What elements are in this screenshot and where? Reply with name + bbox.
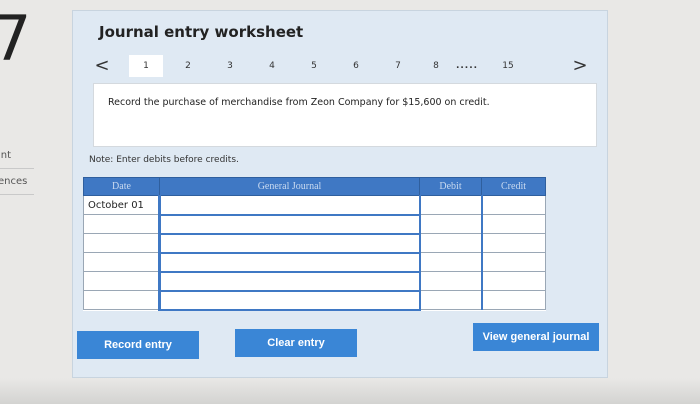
journal-table: Date General Journal Debit Credit Octobe… — [83, 177, 546, 311]
credit-input[interactable] — [480, 233, 546, 253]
credit-input[interactable] — [480, 214, 546, 234]
sidebar-item-hint[interactable]: int — [0, 150, 11, 161]
account-input[interactable] — [158, 290, 420, 311]
question-number: 7 — [0, 8, 32, 75]
tab-entry-3[interactable]: 3 — [213, 55, 247, 77]
table-header-row: Date General Journal Debit Credit — [83, 177, 546, 196]
column-header-debit: Debit — [419, 177, 482, 196]
table-row — [83, 233, 546, 254]
debit-input[interactable] — [418, 290, 482, 310]
credit-input[interactable] — [480, 290, 546, 310]
note-text: Note: Enter debits before credits. — [89, 155, 239, 165]
tab-entry-5[interactable]: 5 — [297, 55, 331, 77]
date-cell[interactable]: October 01 — [83, 195, 160, 215]
column-header-credit: Credit — [481, 177, 546, 196]
record-entry-button[interactable]: Record entry — [77, 331, 199, 359]
view-general-journal-button[interactable]: View general journal — [473, 323, 599, 351]
date-cell[interactable] — [83, 271, 160, 291]
tab-entry-1[interactable]: 1 — [129, 55, 163, 77]
credit-input[interactable] — [480, 195, 546, 215]
debit-input[interactable] — [418, 271, 482, 291]
tab-entry-4[interactable]: 4 — [255, 55, 289, 77]
worksheet-title: Journal entry worksheet — [99, 23, 304, 41]
instruction-text: Record the purchase of merchandise from … — [108, 97, 490, 108]
sidebar-divider — [0, 168, 34, 169]
debit-input[interactable] — [418, 214, 482, 234]
journal-entry-worksheet-panel: Journal entry worksheet < > 1 2 3 4 5 6 … — [72, 10, 608, 378]
tab-entry-6[interactable]: 6 — [339, 55, 373, 77]
date-cell[interactable] — [83, 252, 160, 272]
table-row — [83, 214, 546, 235]
column-header-general-journal: General Journal — [159, 177, 420, 196]
tabs-ellipsis: ..... — [455, 61, 479, 71]
tab-entry-2[interactable]: 2 — [171, 55, 205, 77]
debit-input[interactable] — [418, 195, 482, 215]
table-row — [83, 252, 546, 273]
entry-tabs: 1 2 3 4 5 6 7 8 ..... 15 — [87, 55, 587, 77]
debit-input[interactable] — [418, 233, 482, 253]
table-row — [83, 290, 546, 311]
credit-input[interactable] — [480, 252, 546, 272]
sidebar-item-references[interactable]: ences — [0, 176, 27, 187]
table-row — [83, 271, 546, 292]
credit-input[interactable] — [480, 271, 546, 291]
date-cell[interactable] — [83, 214, 160, 234]
sidebar-divider — [0, 194, 34, 195]
date-cell[interactable] — [83, 290, 160, 310]
tab-entry-15[interactable]: 15 — [491, 55, 525, 77]
account-input[interactable] — [158, 195, 420, 216]
column-header-date: Date — [83, 177, 160, 196]
instruction-box: Record the purchase of merchandise from … — [93, 83, 597, 147]
account-input[interactable] — [158, 271, 420, 292]
date-cell[interactable] — [83, 233, 160, 253]
account-input[interactable] — [158, 214, 420, 235]
account-input[interactable] — [158, 252, 420, 273]
clear-entry-button[interactable]: Clear entry — [235, 329, 357, 357]
account-input[interactable] — [158, 233, 420, 254]
page-bottom-edge — [0, 378, 700, 404]
table-row: October 01 — [83, 195, 546, 216]
debit-input[interactable] — [418, 252, 482, 272]
tab-entry-7[interactable]: 7 — [381, 55, 415, 77]
